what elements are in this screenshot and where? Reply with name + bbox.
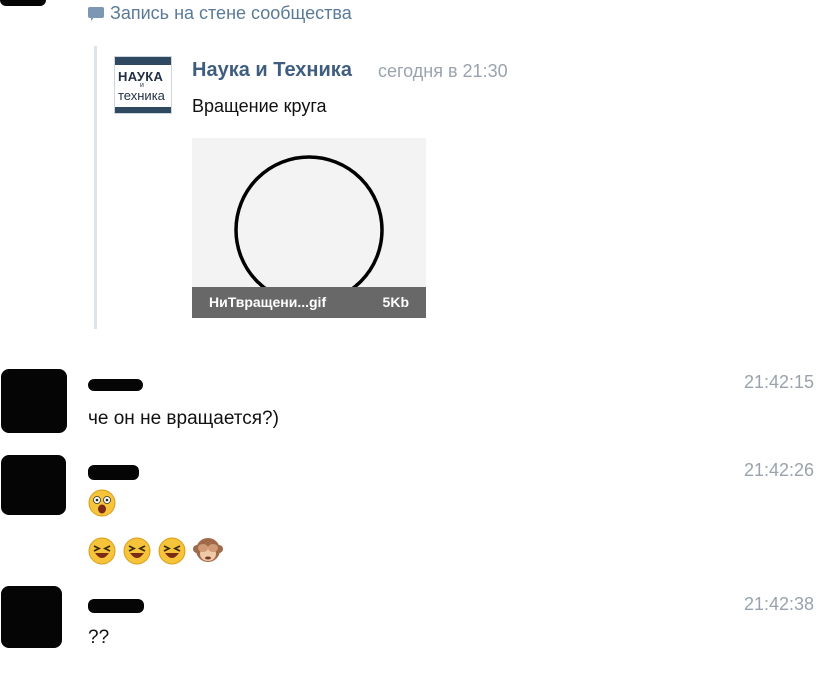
redacted-username[interactable]	[88, 599, 144, 613]
message-text: че он не вращается?)	[88, 408, 279, 429]
redacted-avatar	[0, 0, 46, 6]
redacted-avatar[interactable]	[1, 455, 66, 515]
redacted-avatar[interactable]	[1, 369, 67, 433]
redacted-username[interactable]	[88, 465, 139, 480]
redacted-username[interactable]	[88, 379, 143, 391]
wall-post-label[interactable]: Запись на стене сообщества	[88, 3, 352, 24]
comment-bubble-icon	[88, 6, 104, 21]
post-text: Вращение круга	[192, 96, 327, 116]
shocked-face-emoji	[88, 489, 116, 517]
laughing-face-emoji	[123, 537, 151, 565]
laughing-face-emoji	[158, 537, 186, 565]
see-no-evil-monkey-emoji	[193, 538, 223, 562]
message-time: 21:42:38	[744, 594, 815, 614]
gif-info-bar: НиТвращени...gif 5Kb	[192, 287, 426, 318]
laughing-face-emoji	[88, 537, 116, 565]
gif-size: 5Kb	[382, 294, 409, 310]
message-time: 21:42:15	[744, 372, 815, 392]
message-text: ??	[88, 627, 110, 648]
logo-text-3: техника	[118, 88, 165, 103]
community-logo[interactable]: НАУКА и техника	[114, 56, 172, 114]
post-time[interactable]: сегодня в 21:30	[378, 61, 508, 82]
message-time: 21:42:26	[744, 460, 815, 480]
quote-line	[94, 46, 97, 329]
wall-post-label-text: Запись на стене сообщества	[110, 3, 352, 23]
gif-filename: НиТвращени...gif	[209, 294, 327, 310]
redacted-avatar[interactable]	[1, 586, 62, 648]
gif-attachment[interactable]: НиТвращени...gif 5Kb	[192, 138, 426, 318]
community-name-link[interactable]: Наука и Техника	[192, 59, 352, 82]
